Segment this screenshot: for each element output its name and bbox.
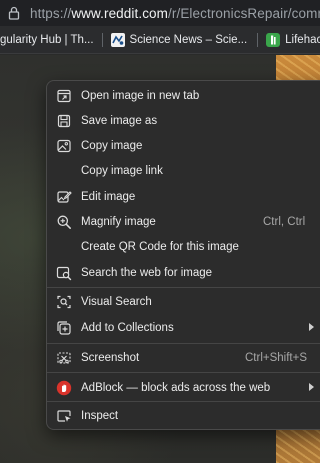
menu-item-label: Copy image link	[81, 164, 163, 177]
divider	[257, 32, 259, 47]
menu-item-label: Open image in new tab	[81, 89, 200, 102]
menu-item-copy-image[interactable]: Copy image	[47, 133, 320, 158]
chevron-right-icon	[309, 323, 314, 331]
favorite-singularity-hub[interactable]: gularity Hub | Th...	[0, 34, 94, 46]
context-menu: Open image in new tab Save image as Copy…	[46, 80, 320, 430]
menu-item-magnify-image[interactable]: Magnify image Ctrl, Ctrl	[47, 209, 320, 234]
menu-item-label: Create QR Code for this image	[81, 240, 239, 253]
inspect-icon	[55, 407, 72, 424]
url-scheme: https://	[30, 5, 72, 21]
visual-search-icon	[55, 293, 72, 310]
science-news-icon	[110, 32, 125, 47]
menu-item-label: Visual Search	[81, 295, 152, 308]
favorites-bar: gularity Hub | Th... Science News – Scie…	[0, 26, 320, 54]
menu-item-label: AdBlock — block ads across the web	[81, 381, 271, 394]
shortcut-text: Ctrl+Shift+S	[245, 351, 307, 364]
url-text[interactable]: https://www.reddit.com/r/ElectronicsRepa…	[30, 6, 320, 21]
edit-image-icon	[55, 188, 72, 205]
favorite-science-news[interactable]: Science News – Scie...	[110, 32, 248, 47]
menu-item-create-qr-code[interactable]: Create QR Code for this image	[47, 234, 320, 259]
menu-item-label: Add to Collections	[81, 321, 174, 334]
menu-item-label: Copy image	[81, 139, 143, 152]
divider	[101, 32, 103, 47]
shortcut-text: Ctrl, Ctrl	[263, 215, 306, 228]
menu-separator	[47, 287, 320, 288]
url-host: www.reddit.com	[71, 5, 169, 21]
chevron-right-icon	[309, 383, 314, 391]
open-tab-icon	[55, 87, 72, 104]
menu-item-label: Inspect	[81, 409, 119, 422]
menu-item-search-web-for-image[interactable]: Search the web for image	[47, 260, 320, 285]
menu-item-label: Search the web for image	[81, 266, 213, 279]
menu-item-screenshot[interactable]: Screenshot Ctrl+Shift+S	[47, 345, 320, 370]
adblock-icon	[55, 379, 72, 396]
menu-separator	[47, 401, 320, 402]
menu-item-copy-image-link[interactable]: Copy image link	[47, 158, 320, 183]
copy-image-icon	[55, 137, 72, 154]
lock-icon[interactable]	[8, 6, 20, 20]
menu-item-adblock[interactable]: AdBlock — block ads across the web	[47, 375, 320, 400]
url-path: /r/ElectronicsRepair/comments/1kr5	[168, 5, 320, 21]
menu-item-save-image-as[interactable]: Save image as	[47, 108, 320, 133]
menu-separator	[47, 372, 320, 373]
favorite-label: Science News – Scie...	[129, 33, 248, 46]
menu-separator	[47, 343, 320, 344]
menu-item-open-image-new-tab[interactable]: Open image in new tab	[47, 83, 320, 108]
favorite-label: Lifehacker - Tips an...	[285, 33, 320, 46]
address-bar[interactable]: https://www.reddit.com/r/ElectronicsRepa…	[0, 0, 320, 26]
menu-item-label: Edit image	[81, 190, 136, 203]
lifehacker-icon	[266, 32, 281, 47]
screenshot-icon	[55, 349, 72, 366]
menu-item-inspect[interactable]: Inspect	[47, 403, 320, 428]
search-image-icon	[55, 264, 72, 281]
menu-item-edit-image[interactable]: Edit image	[47, 184, 320, 209]
menu-item-label: Screenshot	[81, 351, 140, 364]
menu-item-label: Magnify image	[81, 215, 156, 228]
favorite-label: gularity Hub | Th...	[0, 33, 94, 46]
menu-item-visual-search[interactable]: Visual Search	[47, 289, 320, 314]
menu-item-add-to-collections[interactable]: Add to Collections	[47, 315, 320, 340]
save-icon	[55, 112, 72, 129]
magnify-icon	[55, 213, 72, 230]
favorite-lifehacker[interactable]: Lifehacker - Tips an...	[266, 32, 320, 47]
collections-icon	[55, 319, 72, 336]
menu-item-label: Save image as	[81, 114, 158, 127]
